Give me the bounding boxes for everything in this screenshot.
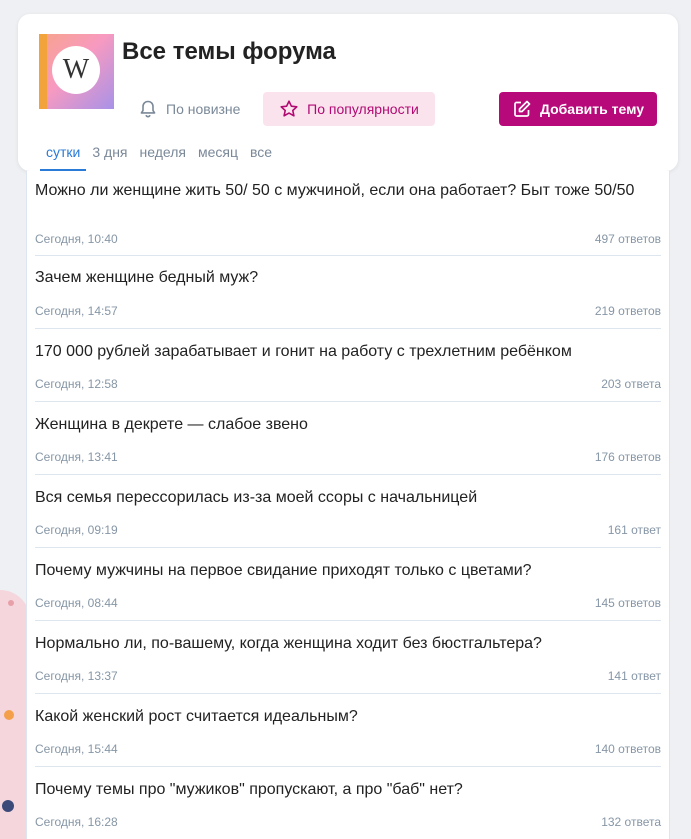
topic-item[interactable]: Зачем женщине бедный муж? Сегодня, 14:57… — [35, 267, 661, 329]
topic-replies: 161 ответ — [607, 523, 661, 537]
forum-logo[interactable]: W — [39, 34, 114, 109]
topic-time: Сегодня, 15:44 — [35, 742, 118, 756]
tab-all[interactable]: все — [244, 144, 278, 171]
topic-title[interactable]: Нормально ли, по-вашему, когда женщина х… — [35, 633, 635, 654]
topic-replies: 140 ответов — [594, 742, 661, 756]
topic-time: Сегодня, 13:41 — [35, 450, 118, 464]
logo-stripe — [39, 34, 47, 109]
topic-title[interactable]: Почему мужчины на первое свидание приход… — [35, 560, 635, 581]
topic-time: Сегодня, 16:28 — [35, 815, 118, 829]
tab-day[interactable]: сутки — [40, 144, 87, 171]
sort-popular-button[interactable]: По популярности — [263, 92, 435, 126]
tab-week[interactable]: неделя — [134, 144, 192, 171]
add-topic-button[interactable]: Добавить тему — [499, 92, 657, 126]
topic-time: Сегодня, 10:40 — [35, 232, 118, 246]
add-topic-label: Добавить тему — [539, 101, 645, 117]
topic-item[interactable]: 170 000 рублей зарабатывает и гонит на р… — [35, 341, 661, 402]
star-icon — [279, 99, 299, 119]
topic-replies: 203 ответа — [601, 377, 661, 391]
topic-item[interactable]: Можно ли женщине жить 50/ 50 с мужчиной,… — [35, 180, 661, 256]
topic-title[interactable]: Можно ли женщине жить 50/ 50 с мужчиной,… — [35, 180, 635, 201]
sort-newest-label: По новизне — [166, 101, 241, 117]
bell-icon — [138, 99, 158, 119]
forum-header: W Все темы форума По новизне По популярн… — [18, 14, 678, 171]
topic-title[interactable]: Вся семья перессорилась из-за моей ссоры… — [35, 487, 635, 508]
topic-time: Сегодня, 14:57 — [35, 304, 118, 318]
topic-title[interactable]: 170 000 рублей зарабатывает и гонит на р… — [35, 341, 635, 362]
tab-month[interactable]: месяц — [192, 144, 244, 171]
topic-item[interactable]: Почему мужчины на первое свидание приход… — [35, 560, 661, 621]
topic-replies: 132 ответа — [601, 815, 661, 829]
topic-item[interactable]: Женщина в декрете — слабое звено Сегодня… — [35, 414, 661, 475]
sort-popular-label: По популярности — [307, 101, 419, 117]
period-tabs: сутки 3 дня неделя месяц все — [40, 144, 278, 171]
topic-list: Можно ли женщине жить 50/ 50 с мужчиной,… — [26, 171, 670, 839]
edit-icon — [512, 99, 532, 119]
topic-title[interactable]: Какой женский рост считается идеальным? — [35, 706, 635, 727]
topic-replies: 219 ответов — [594, 304, 661, 318]
topic-title[interactable]: Почему темы про "мужиков" пропускают, а … — [35, 779, 635, 800]
topic-item[interactable]: Нормально ли, по-вашему, когда женщина х… — [35, 633, 661, 694]
topic-replies: 141 ответ — [607, 669, 661, 683]
topic-item[interactable]: Почему темы про "мужиков" пропускают, а … — [35, 779, 661, 839]
page-title: Все темы форума — [122, 38, 336, 65]
topic-time: Сегодня, 12:58 — [35, 377, 118, 391]
topic-time: Сегодня, 08:44 — [35, 596, 118, 610]
topic-title[interactable]: Зачем женщине бедный муж? — [35, 267, 635, 288]
topic-replies: 176 ответов — [594, 450, 661, 464]
tab-3-days[interactable]: 3 дня — [86, 144, 133, 171]
topic-replies: 145 ответов — [594, 596, 661, 610]
topic-replies: 497 ответов — [594, 232, 661, 246]
logo-letter: W — [52, 46, 100, 94]
topic-time: Сегодня, 09:19 — [35, 523, 118, 537]
sort-newest-button[interactable]: По новизне — [134, 92, 254, 126]
topic-title[interactable]: Женщина в декрете — слабое звено — [35, 414, 635, 435]
topic-item[interactable]: Вся семья перессорилась из-за моей ссоры… — [35, 487, 661, 548]
topic-time: Сегодня, 13:37 — [35, 669, 118, 683]
topic-item[interactable]: Какой женский рост считается идеальным? … — [35, 706, 661, 767]
